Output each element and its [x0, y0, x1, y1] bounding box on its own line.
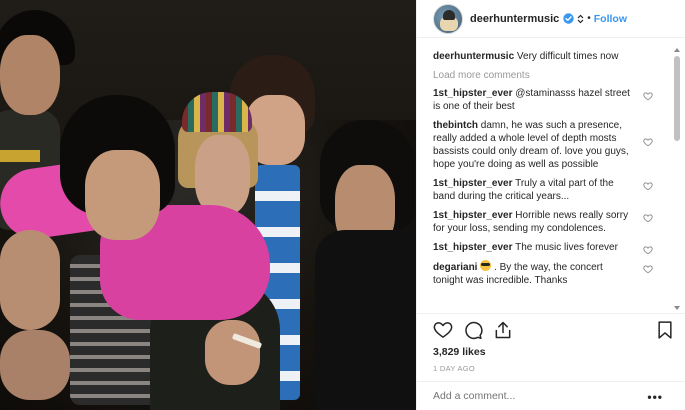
heart-icon[interactable]: [643, 91, 653, 101]
comment-item: 1st_hipster_ever The music lives forever: [433, 241, 655, 255]
scrollbar-thumb[interactable]: [674, 56, 680, 141]
comment-username[interactable]: 1st_hipster_ever: [433, 210, 513, 221]
comment-username[interactable]: 1st_hipster_ever: [433, 88, 513, 99]
more-options-icon[interactable]: •••: [647, 390, 663, 404]
heart-icon[interactable]: [643, 213, 653, 223]
heart-icon[interactable]: [433, 320, 453, 340]
comments-scrollbar[interactable]: [673, 46, 681, 312]
header-username[interactable]: deerhuntermusic: [470, 13, 559, 25]
post-photo[interactable]: [0, 0, 416, 410]
post-timestamp[interactable]: 1 DAY AGO: [433, 364, 475, 373]
photo-hand: [0, 330, 70, 400]
photo-hand: [205, 320, 260, 385]
post-caption: deerhuntermusic Very difficult times now: [433, 50, 655, 64]
avatar[interactable]: [433, 3, 463, 34]
photo-figure-face: [85, 150, 160, 240]
comment-item: 1st_hipster_ever Truly a vital part of t…: [433, 177, 655, 203]
scroll-up-arrow-icon[interactable]: [674, 48, 680, 52]
bookmark-icon[interactable]: [655, 320, 675, 340]
post-sidebar: deerhuntermusic • Follow deerhuntermusic…: [416, 0, 685, 410]
post-header: deerhuntermusic • Follow: [417, 0, 685, 38]
comment-username[interactable]: degariani: [433, 262, 477, 273]
comment-item: 1st_hipster_ever @staminasss hazel stree…: [433, 87, 655, 113]
comment-username[interactable]: 1st_hipster_ever: [433, 242, 513, 253]
photo-figure-face: [195, 135, 250, 215]
heart-icon[interactable]: [643, 137, 653, 147]
divider: [417, 313, 685, 314]
comment-item: thebintch damn, he was such a presence, …: [433, 119, 655, 171]
comment-text: The music lives forever: [515, 242, 618, 253]
comment-item: 1st_hipster_ever Horrible news really so…: [433, 209, 655, 235]
heart-icon[interactable]: [643, 264, 653, 274]
scroll-down-arrow-icon[interactable]: [674, 306, 680, 310]
heart-icon[interactable]: [643, 245, 653, 255]
share-upload-icon[interactable]: [493, 320, 513, 340]
comment-item: degariani . By the way, the concert toni…: [433, 260, 655, 287]
caption-text: Very difficult times now: [516, 51, 619, 62]
photo-figure-face: [0, 35, 60, 115]
verified-badge-icon: [563, 13, 574, 24]
load-more-comments-button[interactable]: Load more comments: [433, 70, 655, 81]
comments-list[interactable]: deerhuntermusic Very difficult times now…: [433, 46, 655, 312]
header-separator: •: [587, 13, 591, 24]
likes-count[interactable]: 3,829 likes: [433, 346, 486, 358]
photo-figure-coat: [315, 230, 416, 410]
chevron-up-down-icon[interactable]: [576, 14, 584, 24]
comment-bubble-icon[interactable]: [463, 320, 483, 340]
photo-hand: [0, 230, 60, 330]
post-actions-bar: [433, 320, 672, 342]
caption-username[interactable]: deerhuntermusic: [433, 51, 514, 62]
divider: [417, 381, 685, 382]
instagram-post: deerhuntermusic • Follow deerhuntermusic…: [0, 0, 685, 410]
photo-figure-stripe: [0, 150, 40, 162]
heart-icon[interactable]: [643, 181, 653, 191]
add-comment-input[interactable]: [433, 390, 633, 402]
follow-button[interactable]: Follow: [594, 13, 627, 25]
comment-username[interactable]: 1st_hipster_ever: [433, 178, 513, 189]
sunglasses-emoji-icon: [480, 260, 492, 271]
comment-username[interactable]: thebintch: [433, 120, 478, 131]
